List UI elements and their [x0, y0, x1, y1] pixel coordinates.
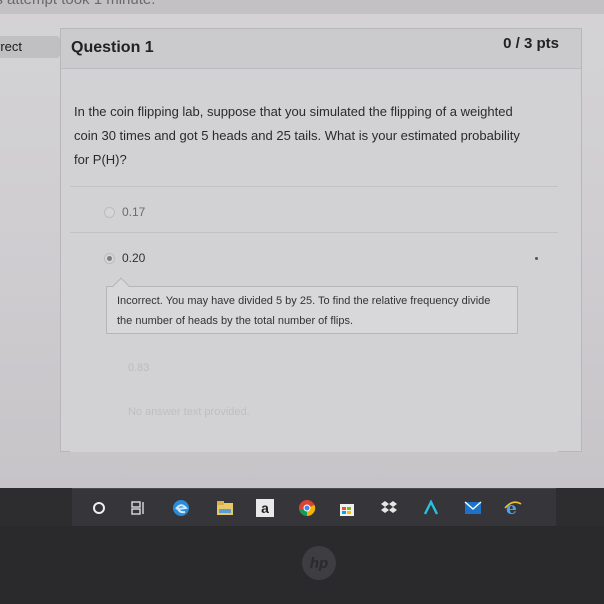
answer-option-selected[interactable]: 0.20	[70, 232, 558, 278]
question-text: In the coin flipping lab, suppose that y…	[74, 104, 520, 167]
bezel-left	[0, 488, 72, 526]
hp-logo: hp	[302, 546, 336, 580]
feedback-caret	[112, 277, 130, 295]
question-header: Question 1 0 / 3 pts	[61, 29, 581, 69]
radio-button[interactable]	[104, 207, 115, 218]
monitor-bezel: hp	[0, 526, 604, 604]
attempt-time-text: is attempt took 1 minute.	[0, 0, 155, 8]
ie-icon[interactable]: e	[504, 499, 522, 517]
answer-label: 0.20	[122, 251, 146, 265]
feedback-text: Incorrect. You may have divided 5 by 25.…	[117, 295, 491, 327]
screen: is attempt took 1 minute. rrect Question…	[0, 0, 604, 492]
dropbox-icon[interactable]	[380, 499, 398, 517]
amazon-glyph: a	[261, 500, 269, 516]
dot-mark	[535, 257, 538, 260]
radio-button-checked[interactable]	[104, 253, 115, 264]
taskbar: a e	[72, 488, 556, 526]
answer-label: 0.17	[122, 205, 146, 219]
bezel-right	[556, 488, 604, 526]
incorrect-label: rrect	[0, 39, 22, 54]
question-points: 0 / 3 pts	[503, 35, 559, 52]
answer-label: 0.83	[128, 362, 150, 374]
hp-logo-text: hp	[309, 554, 329, 572]
file-explorer-icon[interactable]	[216, 499, 234, 517]
amazon-icon[interactable]: a	[256, 499, 274, 517]
task-view-icon[interactable]	[130, 499, 148, 517]
edge-icon[interactable]	[172, 499, 190, 517]
app-icon[interactable]	[422, 499, 440, 517]
no-answer-text: No answer text provided.	[128, 406, 250, 418]
search-circle-icon[interactable]	[90, 499, 108, 517]
answer-area: 0.17 0.20 Incorrect. You may have divide…	[70, 186, 558, 452]
chrome-icon[interactable]	[298, 499, 316, 517]
mail-icon[interactable]	[464, 499, 482, 517]
answer-option[interactable]: 0.17	[70, 186, 558, 232]
feedback-box: Incorrect. You may have divided 5 by 25.…	[106, 277, 518, 334]
store-icon[interactable]	[338, 499, 356, 517]
top-strip: is attempt took 1 minute.	[0, 0, 604, 14]
question-title: Question 1	[71, 39, 154, 56]
